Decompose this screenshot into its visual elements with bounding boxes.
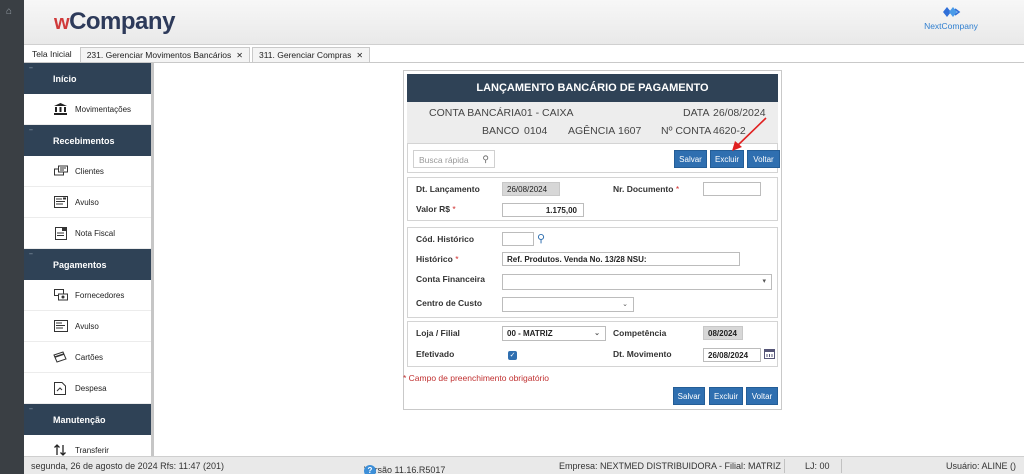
valor-field[interactable]: 1.175,00 [502,203,584,217]
panel-lancamento: Dt. Lançamento 26/08/2024 Nr. Documento … [407,177,778,221]
centro-custo-select[interactable]: ⌄ [502,297,634,312]
chevron-down-icon: ⌄ [594,330,600,337]
loja-filial-select[interactable]: 00 - MATRIZ ⌄ [502,326,606,341]
search-input[interactable]: Busca rápida ⚲ [413,150,495,168]
status-bar: segunda, 26 de agosto de 2024 Rfs: 11:47… [24,456,1024,474]
close-icon[interactable]: ✕ [236,51,243,60]
chevron-down-icon: ⌄ [622,301,628,308]
conta-financeira-label: Conta Financeira [416,274,485,284]
banco-value: 0104 [524,125,548,137]
mandatory-note: * Campo de preenchimento obrigatório [403,373,550,383]
banco-label: BANCO [482,125,520,137]
historico-label: Histórico * [416,254,459,264]
historico-field[interactable]: Ref. Produtos. Venda No. 13/28 NSU: [502,252,740,266]
dt-movimento-label: Dt. Movimento [613,349,672,359]
search-icon[interactable]: ⚲ [482,154,489,165]
nextcompany-label: NextCompany [924,21,978,31]
status-lj: LJ: 00 [805,461,830,471]
annotation-arrow-icon [732,117,767,151]
chevron-down-icon: ▾ [762,278,766,285]
sidebar-section-inicio[interactable]: Início [24,63,151,94]
sidebar-item-transferir[interactable]: Transferir [24,435,151,456]
sidebar-section-manutencao[interactable]: Manutenção [24,404,151,435]
tab-divider [24,62,1024,63]
sidebar-item-nota-fiscal[interactable]: Nota Fiscal [24,218,151,249]
tab-movimentos-bancarios[interactable]: 231. Gerenciar Movimentos Bancários ✕ [79,47,250,63]
dt-lancamento-field: 26/08/2024 [502,182,560,196]
sidebar: Início Movimentações Recebimentos Client… [24,63,154,456]
agencia-value: 1607 [618,125,642,137]
bank-payment-form: LANÇAMENTO BANCÁRIO DE PAGAMENTO CONTA B… [403,70,782,410]
left-gutter: ⌂ [0,0,24,474]
calendar-icon[interactable] [764,348,775,361]
tab-home[interactable]: Tela Inicial [24,47,78,63]
clients-icon [53,165,68,178]
centro-custo-label: Centro de Custo [416,298,483,308]
save-button-bottom[interactable]: Salvar [673,387,705,405]
status-divider [784,459,785,473]
nextcompany-diamond-icon [943,7,961,17]
panel-historico: Cód. Histórico ⚲ Histórico * Ref. Produt… [407,227,778,318]
search-icon[interactable]: ⚲ [537,232,545,245]
loja-filial-label: Loja / Filial [416,328,460,338]
conta-bancaria-value: 01 - CAIXA [521,107,574,119]
sidebar-item-fornecedores[interactable]: Fornecedores [24,280,151,311]
receipt-icon [53,320,68,333]
sidebar-item-cartoes[interactable]: Cartões [24,342,151,373]
search-placeholder: Busca rápida [419,155,469,165]
status-company: Empresa: NEXTMED DISTRIBUIDORA - Filial:… [559,461,781,471]
back-button-bottom[interactable]: Voltar [746,387,778,405]
action-bar: Busca rápida ⚲ Salvar Excluir Voltar [407,143,780,173]
nr-documento-field[interactable] [703,182,761,196]
tab-compras[interactable]: 311. Gerenciar Compras ✕ [251,47,371,63]
sidebar-item-avulso-pagamento[interactable]: Avulso [24,311,151,342]
efetivado-checkbox[interactable]: ✓ [508,351,517,360]
conta-bancaria-label: CONTA BANCÁRIA [429,107,521,119]
dt-movimento-field[interactable]: 26/08/2024 [703,348,761,362]
expense-icon [53,381,68,395]
nr-documento-label: Nr. Documento * [613,184,680,194]
transfer-icon [53,444,68,457]
save-button[interactable]: Salvar [674,150,707,168]
cod-historico-label: Cód. Histórico [416,234,475,244]
agencia-label: AGÊNCIA [568,125,616,137]
sidebar-section-pagamentos[interactable]: Pagamentos [24,249,151,280]
sidebar-item-despesa[interactable]: Despesa [24,373,151,404]
sidebar-item-clientes[interactable]: Clientes [24,156,151,187]
status-user: Usuário: ALINE () [946,461,1017,471]
competencia-label: Competência [613,328,667,338]
form-title: LANÇAMENTO BANCÁRIO DE PAGAMENTO [407,74,778,102]
efetivado-label: Efetivado [416,349,455,359]
dt-lancamento-label: Dt. Lançamento [416,184,480,194]
cod-historico-field[interactable] [502,232,534,246]
numero-conta-label: Nº CONTA [661,125,712,137]
invoice-icon [53,226,68,240]
help-icon[interactable]: ? [364,465,376,474]
competencia-field: 08/2024 [703,326,743,340]
bank-icon [53,103,68,116]
status-date: segunda, 26 de agosto de 2024 Rfs: 11:47… [31,461,224,471]
status-divider [841,459,842,473]
cards-icon [53,351,68,364]
sidebar-item-movimentacoes[interactable]: Movimentações [24,94,151,125]
valor-label: Valor R$ * [416,204,456,214]
conta-financeira-select[interactable]: ▾ [502,274,772,290]
home-icon[interactable]: ⌂ [6,6,12,17]
company-logo: wCompany [54,8,175,35]
data-label: DATA [683,107,710,119]
receipt-icon [53,196,68,209]
panel-loja: Loja / Filial 00 - MATRIZ ⌄ Competência 0… [407,321,778,367]
tab-bar: Tela Inicial 231. Gerenciar Movimentos B… [24,47,372,63]
account-info: CONTA BANCÁRIA 01 - CAIXA DATA 26/08/202… [407,102,778,144]
nextcompany-logo: NextCompany [916,4,986,40]
sidebar-section-recebimentos[interactable]: Recebimentos [24,125,151,156]
delete-button-bottom[interactable]: Excluir [709,387,743,405]
suppliers-icon [53,289,68,302]
sidebar-item-avulso-recebimento[interactable]: Avulso [24,187,151,218]
app-header: wCompany NextCompany [24,0,1024,45]
close-icon[interactable]: ✕ [356,51,363,60]
